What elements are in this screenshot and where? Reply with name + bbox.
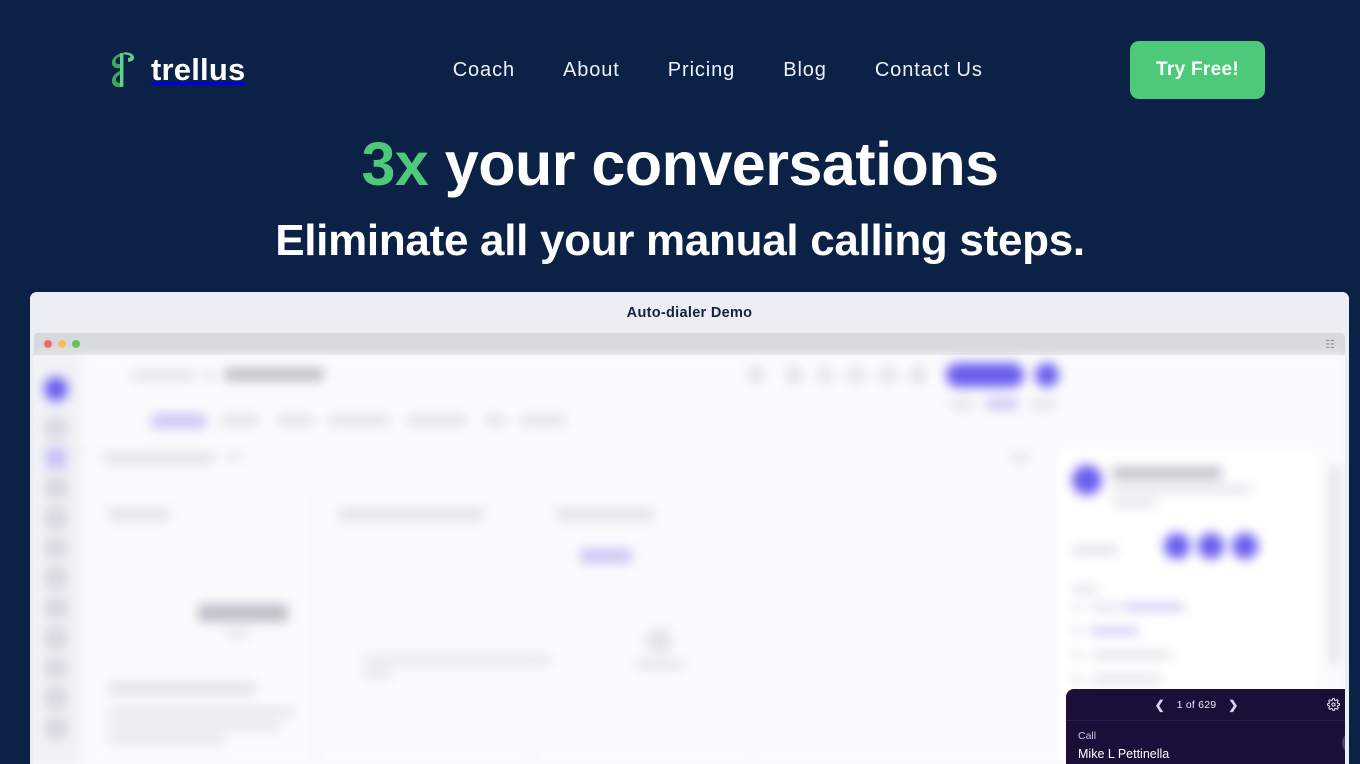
hero-section: 3x your conversations Eliminate all your… [0,132,1360,264]
try-free-button[interactable]: Try Free! [1130,41,1265,99]
browser-title-bar: ☷ [34,333,1345,355]
crm-main-panel [80,451,1055,764]
window-close-icon[interactable] [44,340,52,348]
trellus-dialer-panel: ❮ 1 of 629 ❯ Call Mike L Pettinella [1066,689,1345,764]
hero-subtitle: Eliminate all your manual calling steps. [275,216,1085,266]
page-title: 3x your conversations [0,132,1360,196]
crm-topbar [80,355,1345,429]
window-maximize-icon[interactable] [72,340,80,348]
nav-item-pricing[interactable]: Pricing [668,59,735,82]
brand-logo[interactable]: trellus [108,51,245,89]
expand-icon[interactable]: ☷ [1325,338,1335,351]
nav-item-about[interactable]: About [563,59,620,82]
gear-icon[interactable] [1327,698,1340,711]
demo-caption: Auto-dialer Demo [30,292,1349,333]
nav-item-contact-us[interactable]: Contact Us [875,59,983,82]
call-type-label: Call [1078,730,1097,742]
contact-info: Call Mike L Pettinella Chief Revenue Off… [1066,721,1345,764]
site-header: trellus Coach About Pricing Blog Contact… [0,0,1360,140]
nav-item-blog[interactable]: Blog [783,59,827,82]
brand-name: trellus [151,52,246,87]
crm-scrollbar[interactable] [1332,465,1337,665]
hero-title-rest: your conversations [428,130,999,198]
contact-name: Mike L Pettinella [1078,746,1170,761]
chevron-left-icon[interactable]: ❮ [1155,698,1165,712]
pagination-label: 1 of 629 [1176,698,1217,711]
window-minimize-icon[interactable] [58,340,66,348]
main-navigation: Coach About Pricing Blog Contact Us [305,59,1130,82]
demo-window: Auto-dialer Demo ☷ ❮ 1 of 629 ❯ Call Mik… [30,292,1349,764]
nav-item-coach[interactable]: Coach [453,59,515,82]
hero-title-accent: 3x [361,130,429,198]
trellus-leaf-logo-icon [108,51,138,89]
dialer-header: ❮ 1 of 629 ❯ [1066,689,1345,721]
crm-sidebar-rail [34,355,80,764]
avatar: DO [1342,732,1345,754]
chevron-right-icon[interactable]: ❯ [1228,698,1238,712]
browser-frame: ☷ ❮ 1 of 629 ❯ Call Mike L Pettinella [34,333,1345,764]
